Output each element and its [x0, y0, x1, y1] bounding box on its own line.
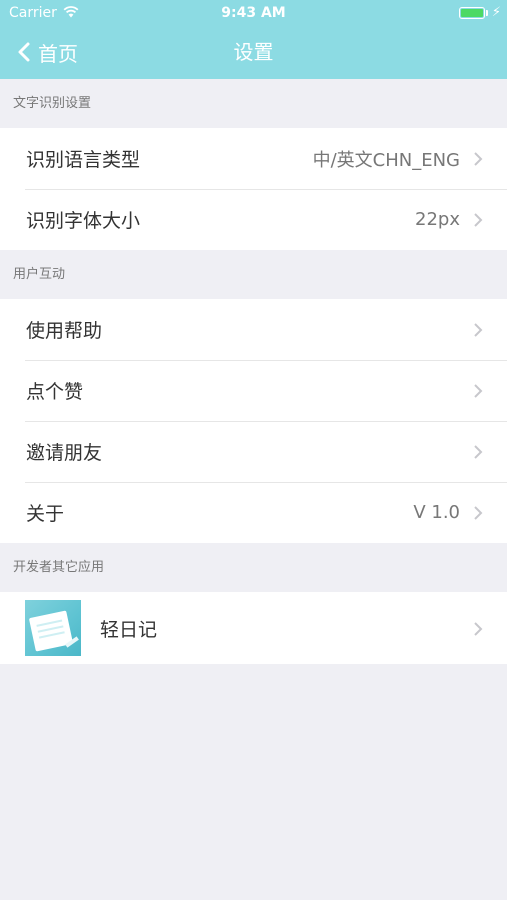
chevron-right-icon	[474, 323, 483, 337]
setting-row-about[interactable]: 关于 V 1.0	[0, 482, 507, 543]
user-interaction-group: 使用帮助 点个赞 邀请朋友 关于 V 1.0	[0, 299, 507, 543]
other-apps-group: 轻日记	[0, 592, 507, 664]
section-header-ocr: 文字识别设置	[13, 96, 92, 111]
setting-row-font-size[interactable]: 识别字体大小 22px	[0, 189, 507, 250]
setting-row-help[interactable]: 使用帮助	[0, 299, 507, 360]
setting-row-like[interactable]: 点个赞	[0, 360, 507, 421]
battery-tip	[486, 10, 488, 16]
row-label: 识别语言类型	[26, 149, 141, 171]
app-row-diary[interactable]: 轻日记	[0, 592, 507, 664]
chevron-right-icon	[474, 506, 483, 520]
row-label: 邀请朋友	[26, 442, 103, 464]
app-name: 轻日记	[100, 618, 158, 641]
row-value: 中/英文CHN_ENG	[312, 149, 460, 171]
charging-icon: ⚡	[491, 5, 501, 20]
page-title: 设置	[233, 40, 274, 64]
chevron-right-icon	[474, 622, 483, 636]
diary-app-icon	[25, 600, 81, 656]
row-value: 22px	[415, 209, 460, 230]
chevron-right-icon	[474, 152, 483, 166]
navigation-bar: 首页 设置	[0, 28, 507, 79]
row-value: V 1.0	[413, 502, 460, 523]
row-label: 点个赞	[26, 381, 84, 403]
ocr-settings-group: 识别语言类型 中/英文CHN_ENG 识别字体大小 22px	[0, 128, 507, 250]
battery-icon	[459, 7, 485, 19]
setting-row-invite[interactable]: 邀请朋友	[0, 421, 507, 482]
status-bar: Carrier 9:43 AM ⚡	[0, 0, 507, 28]
row-label: 识别字体大小	[26, 210, 141, 232]
chevron-right-icon	[474, 445, 483, 459]
row-label: 使用帮助	[26, 320, 103, 342]
top-bar: Carrier 9:43 AM ⚡ 首页 设置	[0, 0, 507, 79]
section-header-interaction: 用户互动	[13, 267, 66, 282]
section-header-other-apps: 开发者其它应用	[13, 560, 105, 575]
status-time: 9:43 AM	[221, 5, 286, 21]
chevron-right-icon	[474, 384, 483, 398]
row-label: 关于	[26, 503, 65, 525]
setting-row-language[interactable]: 识别语言类型 中/英文CHN_ENG	[0, 128, 507, 189]
chevron-right-icon	[474, 213, 483, 227]
